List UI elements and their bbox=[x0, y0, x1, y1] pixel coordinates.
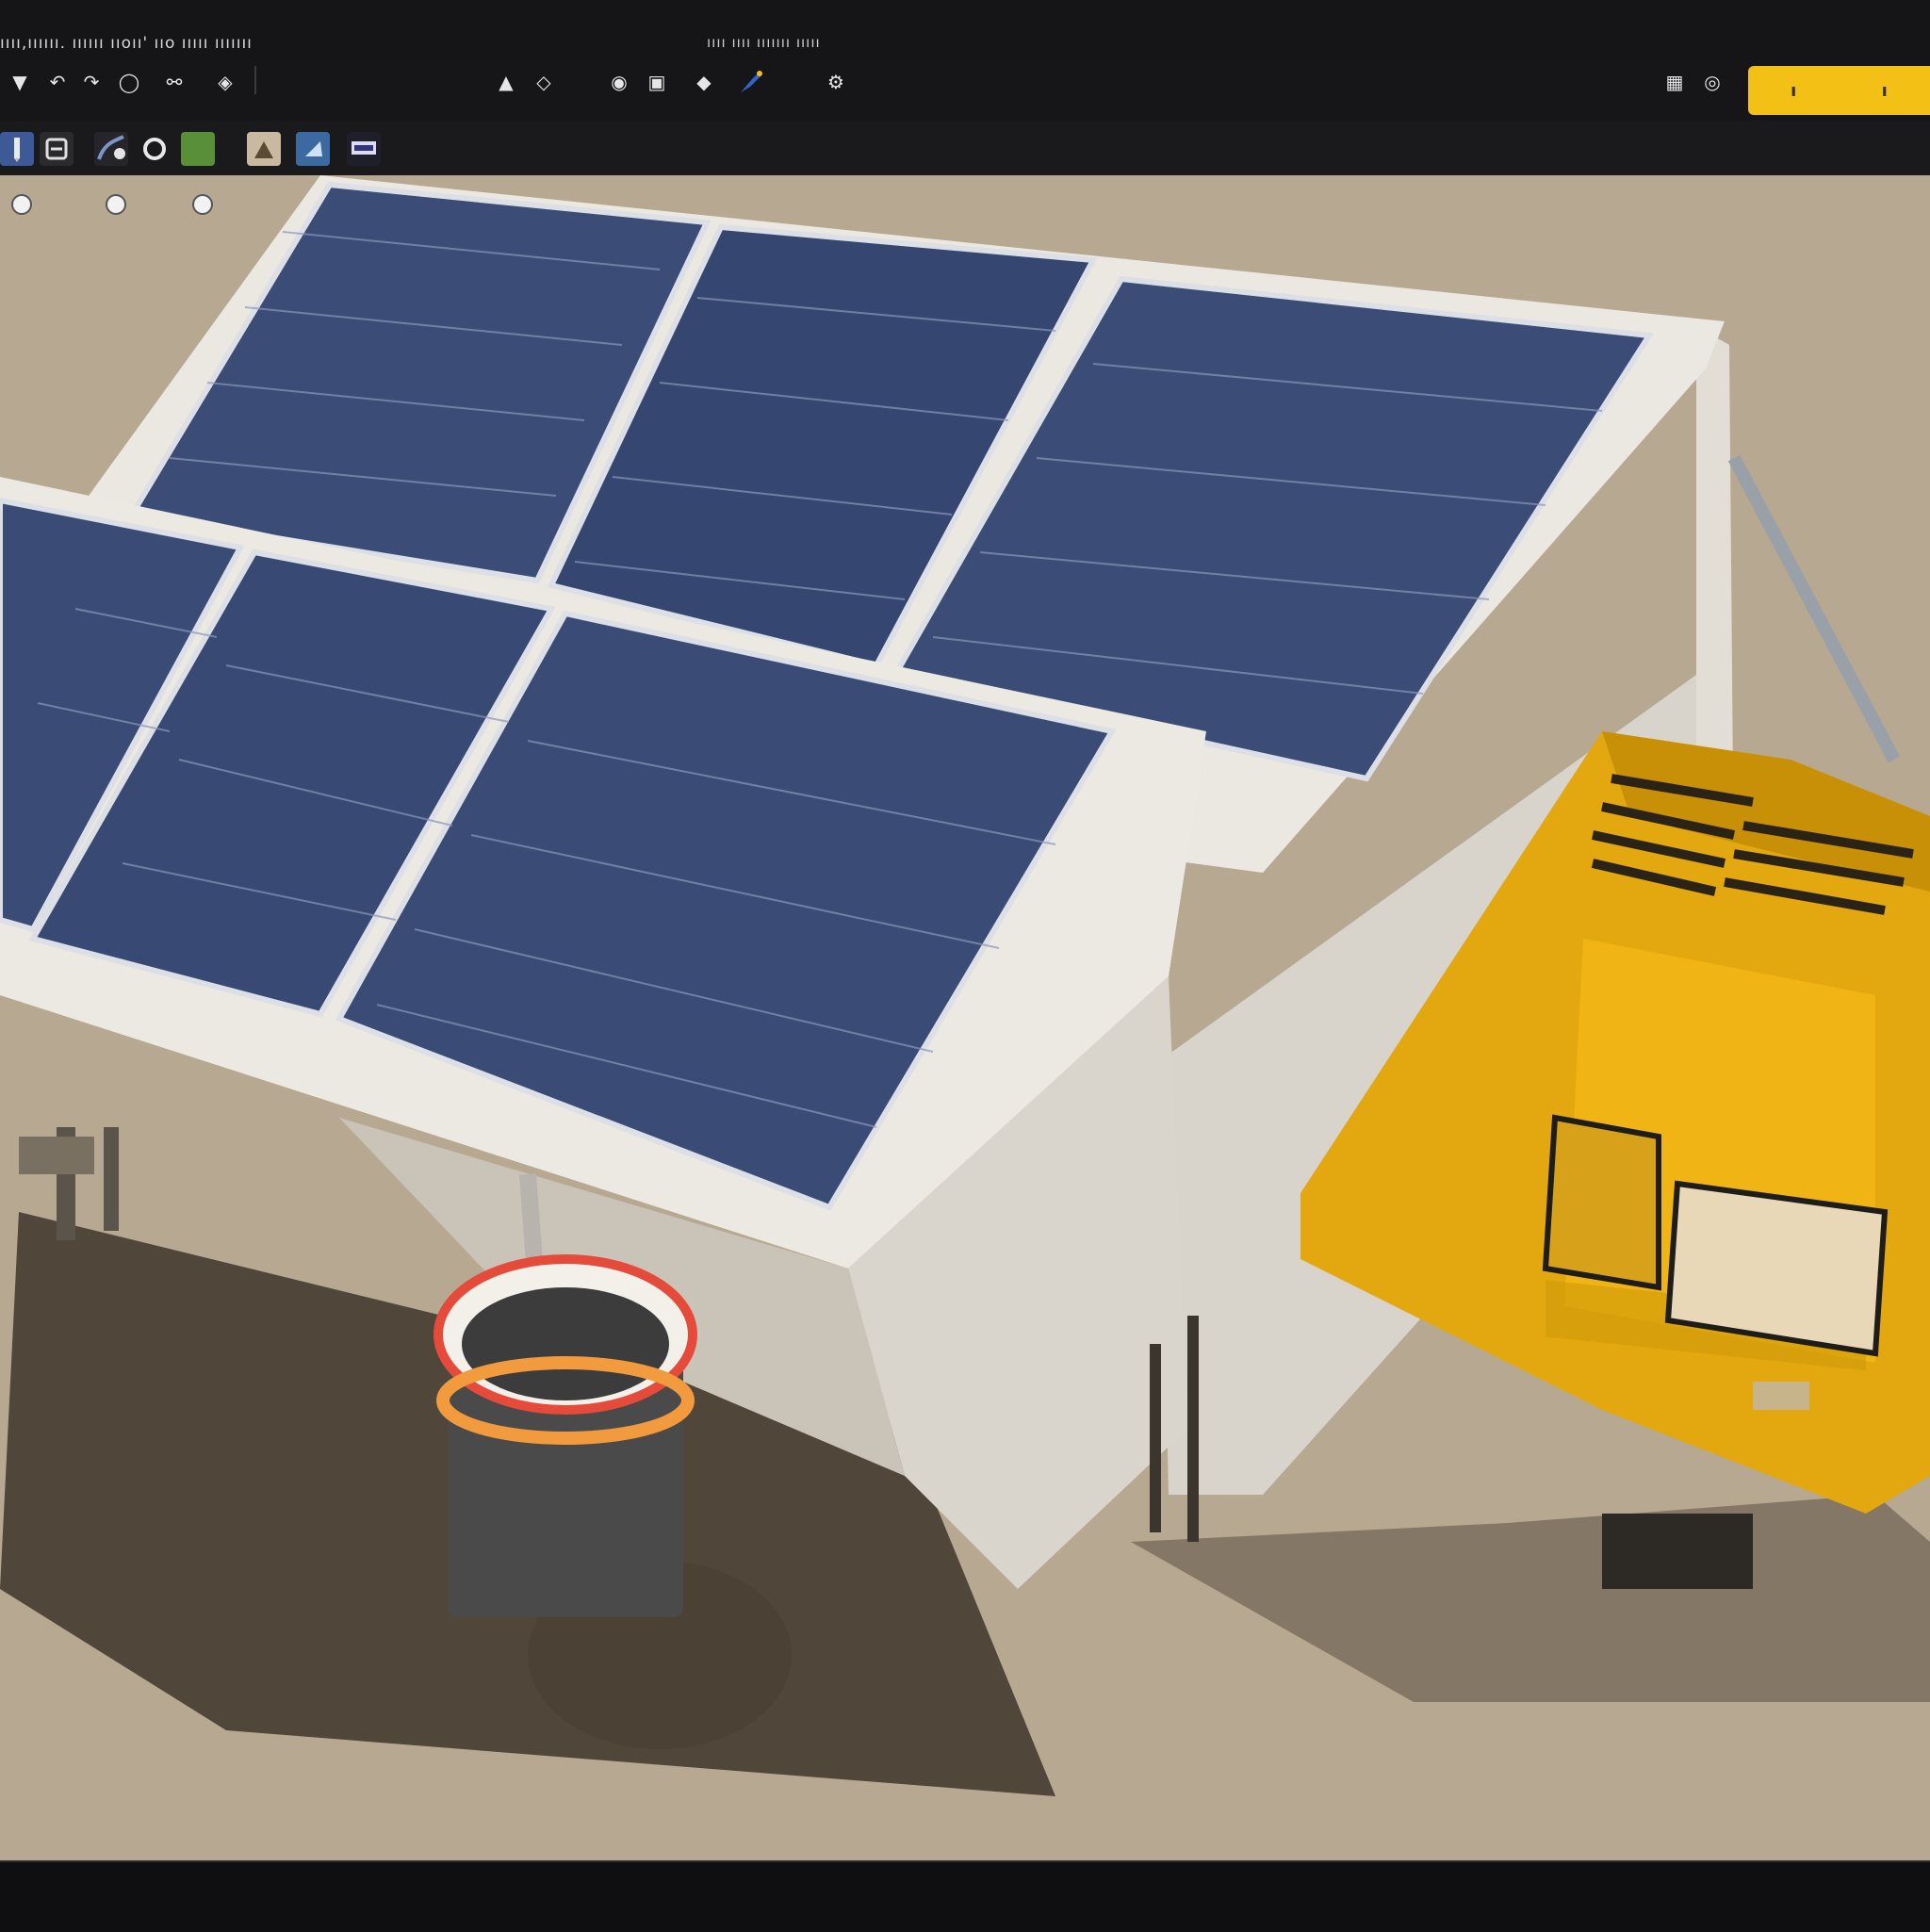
sculpt-tool-icon[interactable] bbox=[94, 132, 128, 166]
redo-icon[interactable]: ↷ bbox=[75, 66, 107, 98]
paint-icon[interactable]: ▣ bbox=[641, 66, 673, 98]
search-field[interactable]: ı ı bbox=[1748, 66, 1930, 115]
ring-icon[interactable]: ◉ bbox=[603, 66, 635, 98]
viewport-gizmo-handle[interactable] bbox=[106, 194, 126, 215]
panel-tool-icon[interactable] bbox=[347, 132, 381, 166]
ladder-rail bbox=[1150, 1344, 1161, 1532]
brush-icon[interactable] bbox=[735, 66, 767, 98]
search-glyph: ı bbox=[1791, 80, 1797, 101]
viewport-gizmo-handle[interactable] bbox=[192, 194, 213, 215]
orbit-icon[interactable]: ⚯ bbox=[158, 66, 190, 98]
view-icon[interactable]: ◯ bbox=[113, 66, 145, 98]
toolbar-divider bbox=[254, 66, 256, 94]
settings-icon[interactable]: ⚙ bbox=[820, 66, 852, 98]
object-tool-icon[interactable] bbox=[247, 132, 281, 166]
help-icon[interactable]: ◎ bbox=[1696, 66, 1728, 98]
viewport-gizmo-handle[interactable] bbox=[11, 194, 32, 215]
material-tool-icon[interactable] bbox=[40, 132, 74, 166]
3d-viewport[interactable] bbox=[0, 175, 1930, 1860]
status-bar bbox=[0, 1860, 1930, 1932]
folder-icon[interactable]: ▦ bbox=[1659, 66, 1691, 98]
water-tank bbox=[433, 1254, 697, 1617]
landscape-tool-icon[interactable] bbox=[181, 132, 215, 166]
ladder-rail bbox=[1187, 1316, 1199, 1542]
ring-tool-icon[interactable] bbox=[138, 132, 172, 166]
shield-icon[interactable]: ◇ bbox=[528, 66, 560, 98]
title-bar: ıııı,ıııııı. ıııııı ııoıı' ııo ııııı ııı… bbox=[0, 0, 1930, 62]
main-toolbar bbox=[0, 60, 1930, 122]
undo-icon[interactable]: ↶ bbox=[41, 66, 74, 98]
camera-tool-icon[interactable] bbox=[296, 132, 330, 166]
support-cable bbox=[1727, 454, 1901, 763]
light-icon[interactable]: ▲ bbox=[490, 66, 522, 98]
window-title: ıııı,ıııııı. ıııııı ııoıı' ııo ııııı ııı… bbox=[0, 34, 253, 53]
generator-shadow bbox=[1131, 1495, 1930, 1702]
pencil-tool-icon[interactable] bbox=[0, 132, 34, 166]
app-window: ıııı,ıııııı. ıııııı ııoıı' ııo ııııı ııı… bbox=[0, 0, 1930, 1932]
generator-unit bbox=[1300, 731, 1930, 1589]
move-icon[interactable]: ◈ bbox=[209, 66, 241, 98]
tool-palette bbox=[0, 121, 1930, 176]
document-subtitle: ıııı ıııı ııııııı ııııı bbox=[707, 34, 821, 51]
globe-icon[interactable]: ◆ bbox=[688, 66, 720, 98]
pointer-icon[interactable]: ▼ bbox=[4, 66, 36, 98]
search-glyph: ı bbox=[1881, 80, 1888, 101]
solar-scene bbox=[0, 175, 1930, 1796]
